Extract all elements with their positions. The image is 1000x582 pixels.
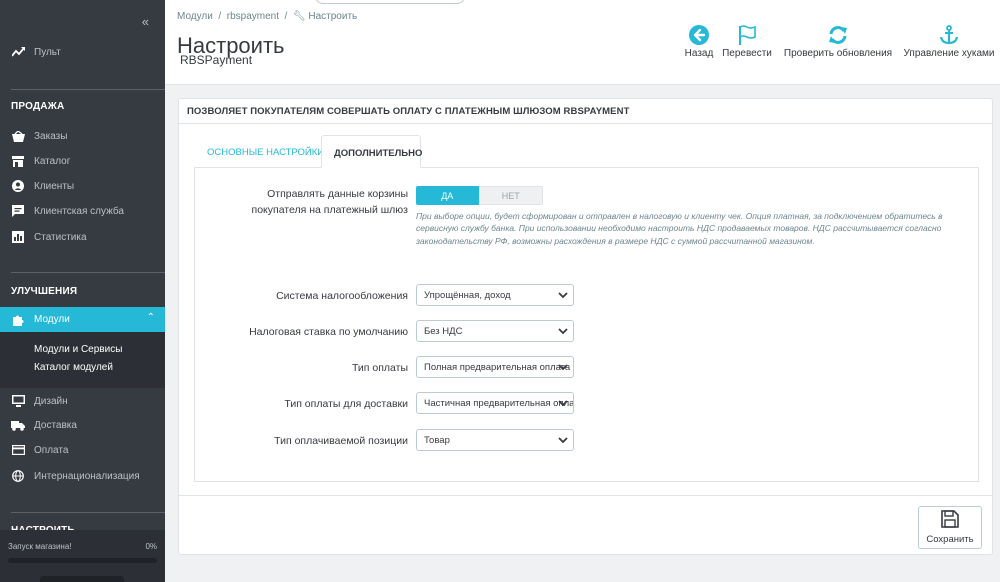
chevron-down-icon [558,362,568,375]
trend-icon [11,45,25,59]
submenu-item-modules-services[interactable]: Модули и Сервисы [34,344,122,355]
sidebar-item-international[interactable]: Интернационализация [0,464,165,488]
flag-icon [738,22,756,48]
sidebar-item-label: Модули [34,314,70,325]
sidebar-item-catalog[interactable]: Каталог [0,149,165,173]
check-updates-button[interactable]: Проверить обновления [779,22,897,59]
chevron-up-icon: ⌃ [146,312,155,323]
translate-button[interactable]: Перевести [719,22,775,59]
sidebar-item-customers[interactable]: Клиенты [0,174,165,198]
section-title-improvements: УЛУЧШЕНИЯ [11,286,78,297]
sidebar-item-label: Оплата [34,444,69,456]
sidebar-item-label: Заказы [34,130,68,142]
item-type-label: Тип оплачиваемой позиции [274,435,408,447]
sidebar-item-label: Дизайн [34,395,68,407]
send-cart-toggle[interactable]: ДА НЕТ [416,186,543,205]
sidebar-item-payment[interactable]: Оплата [0,438,165,462]
back-button[interactable]: Назад [681,22,717,59]
config-panel: Позволяет покупателям совершать оплату с… [178,98,993,555]
store-launch-label: Запуск магазина! [8,542,72,551]
sidebar-item-label: Доставка [34,419,77,431]
delivery-payment-type-label: Тип оплаты для доставки [284,398,408,410]
item-type-select[interactable]: Товар [416,429,574,451]
sidebar-item-label: Пульт [34,46,61,58]
shopping-basket-icon [11,129,25,143]
modules-submenu: Модули и Сервисы Каталог модулей [0,332,165,388]
sidebar-item-label: Клиентская служба [34,205,124,217]
breadcrumb-item: Настроить [308,11,358,22]
chevron-down-icon [558,290,568,303]
search-input[interactable] [315,0,465,4]
send-cart-help-text: При выборе опции, будет сформирован и от… [416,211,943,246]
account-circle-icon [11,179,25,193]
toggle-no[interactable]: НЕТ [478,186,543,205]
section-title-sales: ПРОДАЖА [11,101,65,112]
sidebar-item-shipping[interactable]: Доставка [0,413,165,437]
sidebar-item-label: Клиенты [34,180,75,192]
send-cart-label-line1: Отправлять данные корзины [267,188,408,200]
chevron-down-icon [558,435,568,448]
panel-heading: Позволяет покупателям совершать оплату с… [179,99,992,124]
store-launch-button[interactable] [40,576,124,582]
page-header: Модули / rbspayment / 🔧︎ Настроить Настр… [165,0,1000,85]
double-chevron-left-icon[interactable]: « [142,14,149,29]
sidebar-divider [11,89,165,90]
globe-icon [11,469,25,483]
manage-hooks-button[interactable]: Управление хуками [901,22,997,59]
sidebar-item-design[interactable]: Дизайн [0,389,165,413]
breadcrumb-item[interactable]: rbspayment [227,11,279,22]
truck-icon [11,418,25,432]
tab-content: Отправлять данные корзины покупателя на … [194,167,979,482]
default-tax-select[interactable]: Без НДС [416,320,574,342]
sidebar: « Пульт ПРОДАЖА Заказы Каталог Клиенты К… [0,0,165,582]
sidebar-item-label: Статистика [34,231,87,243]
sidebar-item-stats[interactable]: Статистика [0,225,165,249]
sidebar-item-label: Интернационализация [34,470,140,482]
payment-type-label: Тип оплаты [351,362,408,374]
default-tax-label: Налоговая ставка по умолчанию [249,326,408,338]
panel-footer-divider [179,495,992,496]
page-subtitle: RBSPayment [180,53,253,67]
puzzle-icon [11,313,25,327]
credit-card-icon [11,443,25,457]
tab-advanced[interactable]: Дополнительно [321,135,422,168]
wrench-icon: 🔧︎ [292,11,306,22]
anchor-icon [939,22,959,48]
send-cart-label-line2: покупателя на платежный шлюз [251,204,408,216]
sidebar-item-dashboard[interactable]: Пульт [0,40,165,64]
store-launch-progress [8,558,157,563]
chat-icon [11,204,25,218]
store-launch-widget[interactable]: Запуск магазина! 0% [0,530,165,582]
breadcrumb-item[interactable]: Модули [177,11,213,22]
sidebar-divider [11,272,165,273]
store-icon [11,154,25,168]
refresh-icon [828,22,848,48]
floppy-disk-icon [941,510,959,531]
breadcrumb: Модули / rbspayment / 🔧︎ Настроить [177,11,358,22]
payment-type-select[interactable]: Полная предварительная оплата [416,356,574,378]
chevron-down-icon [558,398,568,411]
sidebar-item-label: Каталог [34,155,71,167]
sidebar-item-modules[interactable]: Модули ⌃ [0,307,165,332]
save-button[interactable]: Сохранить [918,506,982,549]
store-launch-percent: 0% [145,542,157,551]
tax-system-label: Система налогообложения [276,290,408,302]
tab-basic-settings[interactable]: Основные настройки [195,135,336,168]
sidebar-item-customer-service[interactable]: Клиентская служба [0,199,165,223]
desktop-icon [11,394,25,408]
tax-system-select[interactable]: Упрощённая, доход [416,284,574,306]
sidebar-divider [11,512,165,513]
delivery-payment-type-select[interactable]: Частичная предварительная оплата [416,392,574,414]
bar-chart-icon [11,230,25,244]
arrow-left-circle-icon [689,22,709,48]
submenu-item-module-catalog[interactable]: Каталог модулей [34,362,113,373]
sidebar-item-orders[interactable]: Заказы [0,124,165,148]
chevron-down-icon [558,326,568,339]
toggle-yes[interactable]: ДА [416,186,479,205]
